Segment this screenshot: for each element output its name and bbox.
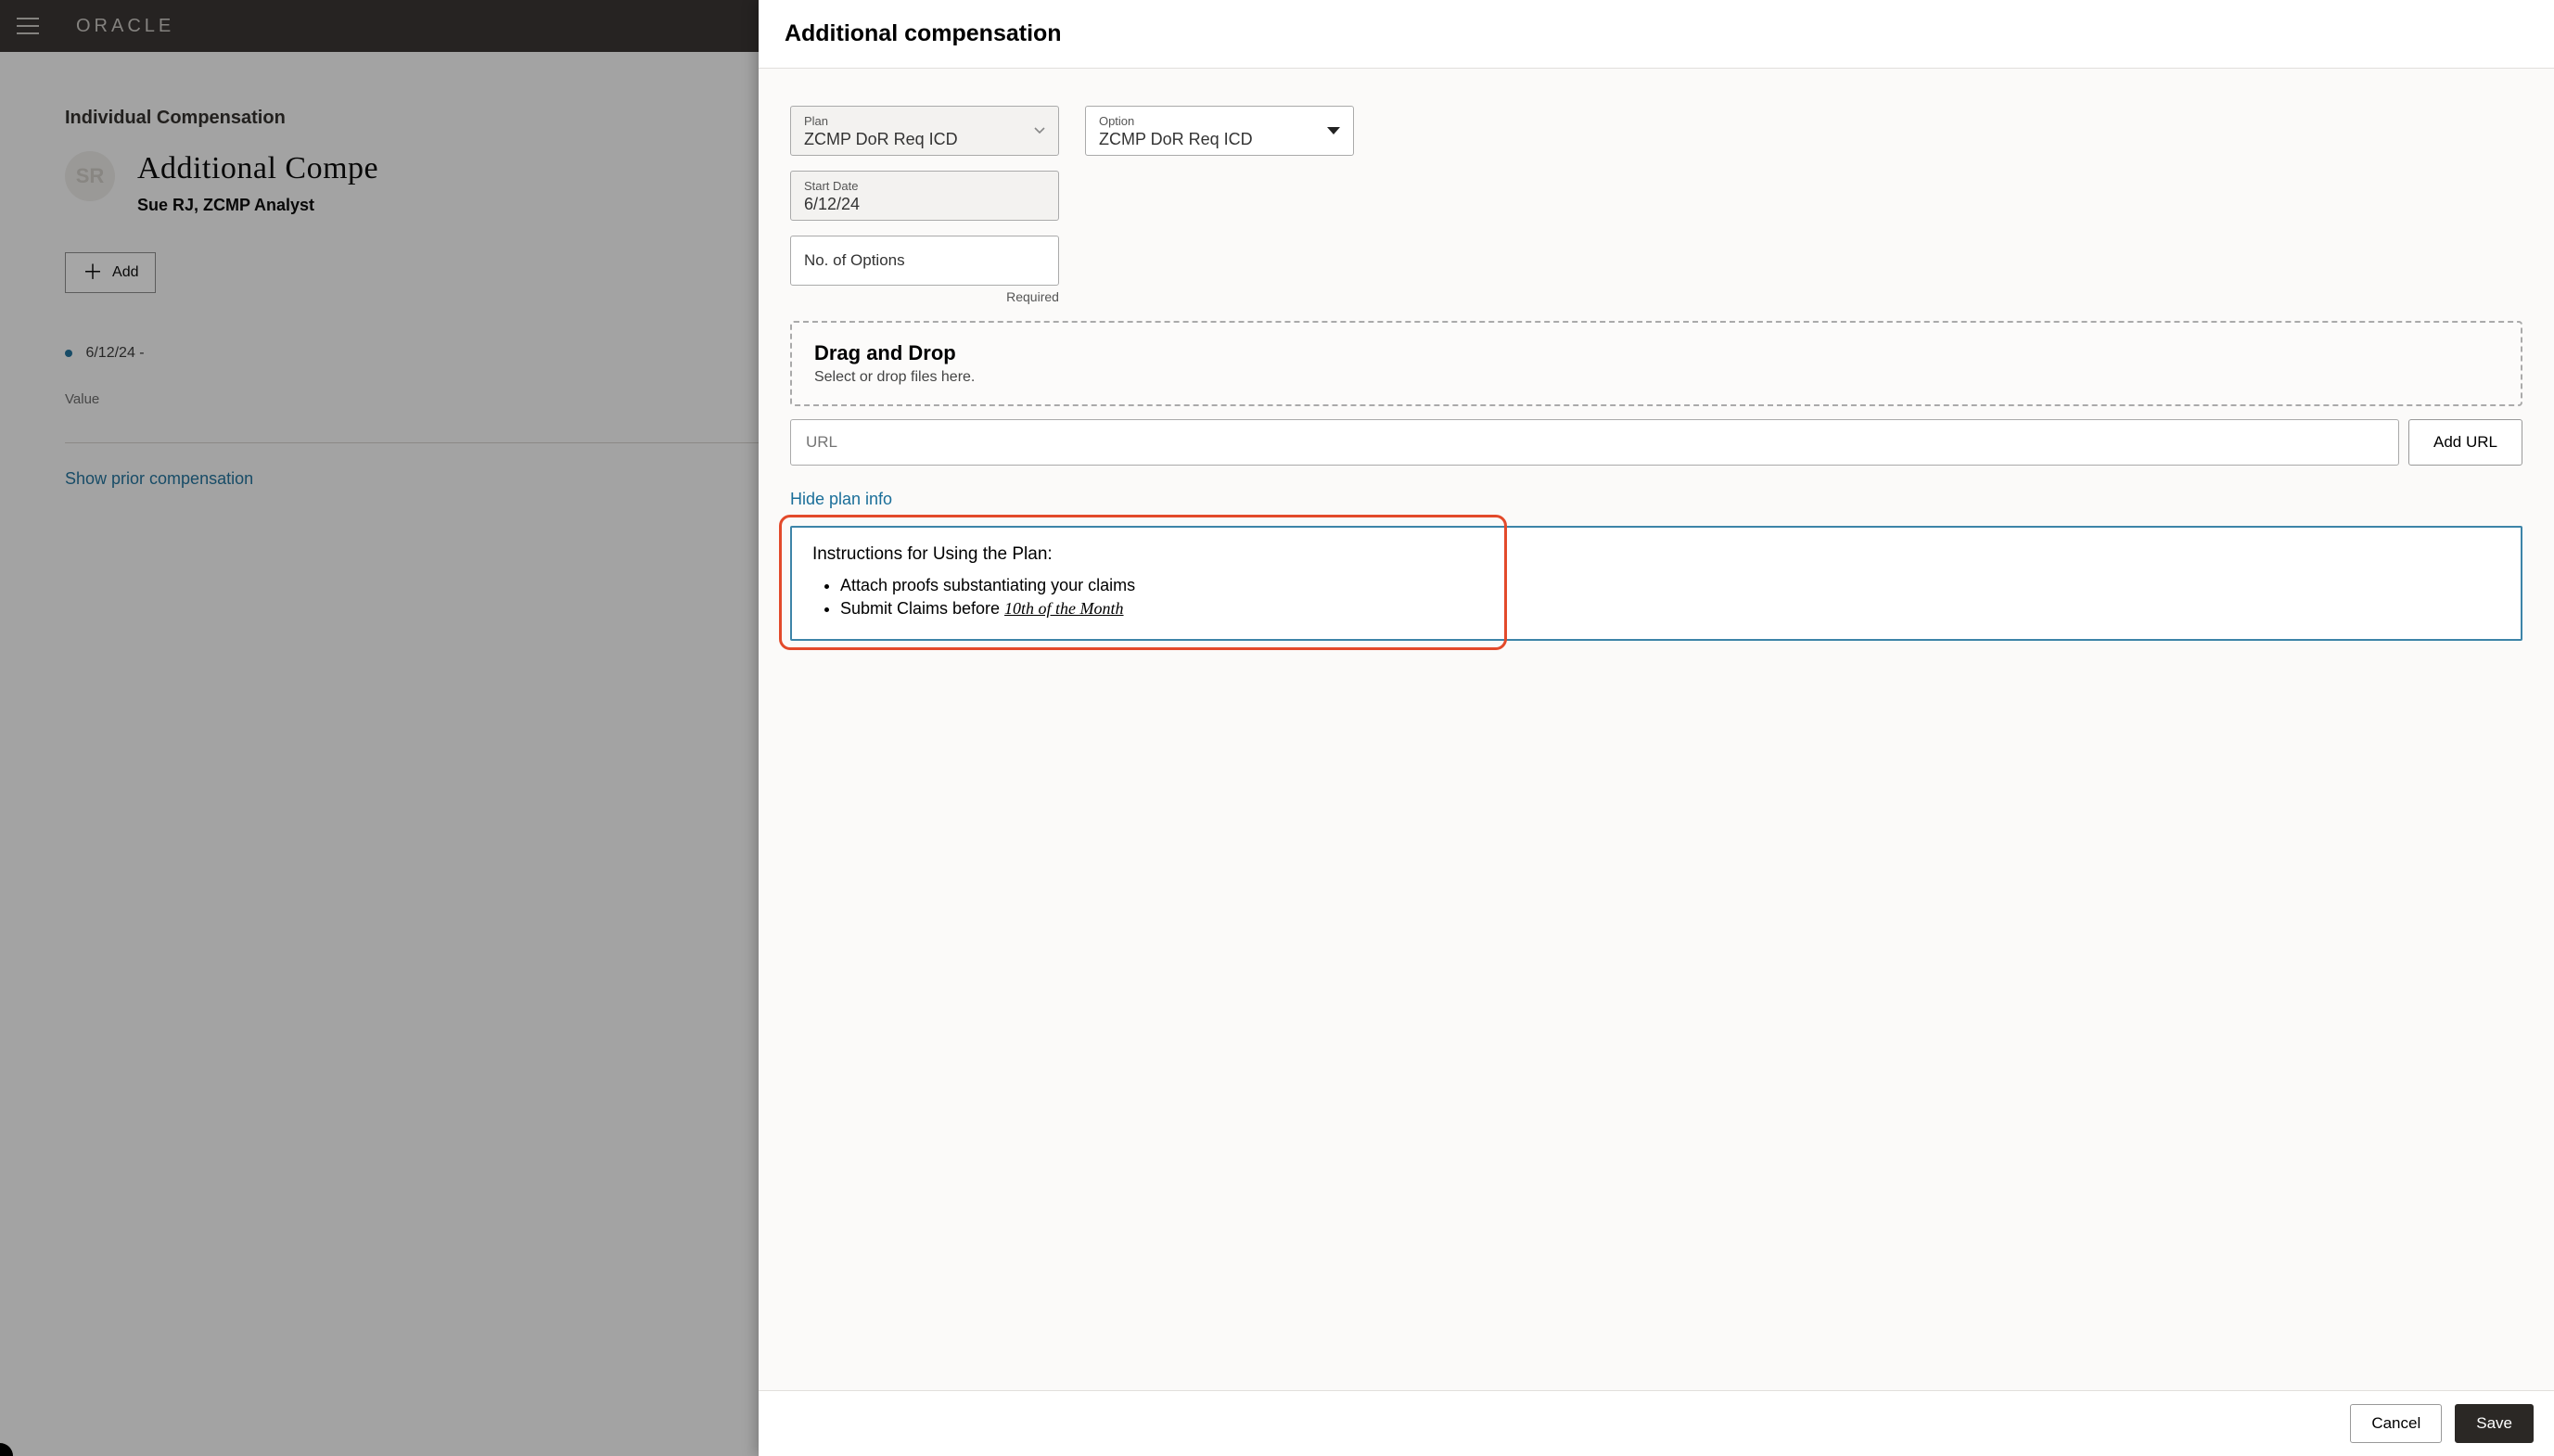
plan-value: ZCMP DoR Req ICD xyxy=(804,130,1045,149)
add-url-button[interactable]: Add URL xyxy=(2408,419,2522,466)
plan-select[interactable]: Plan ZCMP DoR Req ICD xyxy=(790,106,1059,156)
option-select[interactable]: Option ZCMP DoR Req ICD xyxy=(1085,106,1354,156)
caret-down-icon xyxy=(1327,127,1340,134)
dropzone-title: Drag and Drop xyxy=(814,341,2498,365)
hide-plan-info-link[interactable]: Hide plan info xyxy=(790,490,892,509)
required-hint: Required xyxy=(790,289,1059,304)
plan-info-bullet: Submit Claims before 10th of the Month xyxy=(840,599,2500,619)
file-dropzone[interactable]: Drag and Drop Select or drop files here. xyxy=(790,321,2522,406)
start-date-field[interactable]: Start Date 6/12/24 xyxy=(790,171,1059,221)
plan-info-title: Instructions for Using the Plan: xyxy=(812,544,2500,565)
num-options-input[interactable]: No. of Options xyxy=(790,236,1059,286)
option-value: ZCMP DoR Req ICD xyxy=(1099,130,1340,149)
start-date-value: 6/12/24 xyxy=(804,195,1045,214)
dropzone-subtitle: Select or drop files here. xyxy=(814,369,2498,386)
save-button[interactable]: Save xyxy=(2455,1404,2534,1443)
side-drawer: Additional compensation Plan ZCMP DoR Re… xyxy=(759,0,2554,1456)
url-input[interactable] xyxy=(790,419,2399,466)
chevron-down-icon xyxy=(1034,127,1045,134)
plan-info-box: Instructions for Using the Plan: Attach … xyxy=(790,526,2522,641)
cancel-button[interactable]: Cancel xyxy=(2350,1404,2442,1443)
plan-label: Plan xyxy=(804,114,1045,128)
option-label: Option xyxy=(1099,114,1340,128)
plan-info-bullet: Attach proofs substantiating your claims xyxy=(840,576,2500,595)
num-options-label: No. of Options xyxy=(804,251,1045,270)
drawer-title: Additional compensation xyxy=(785,20,2528,47)
start-date-label: Start Date xyxy=(804,179,1045,193)
